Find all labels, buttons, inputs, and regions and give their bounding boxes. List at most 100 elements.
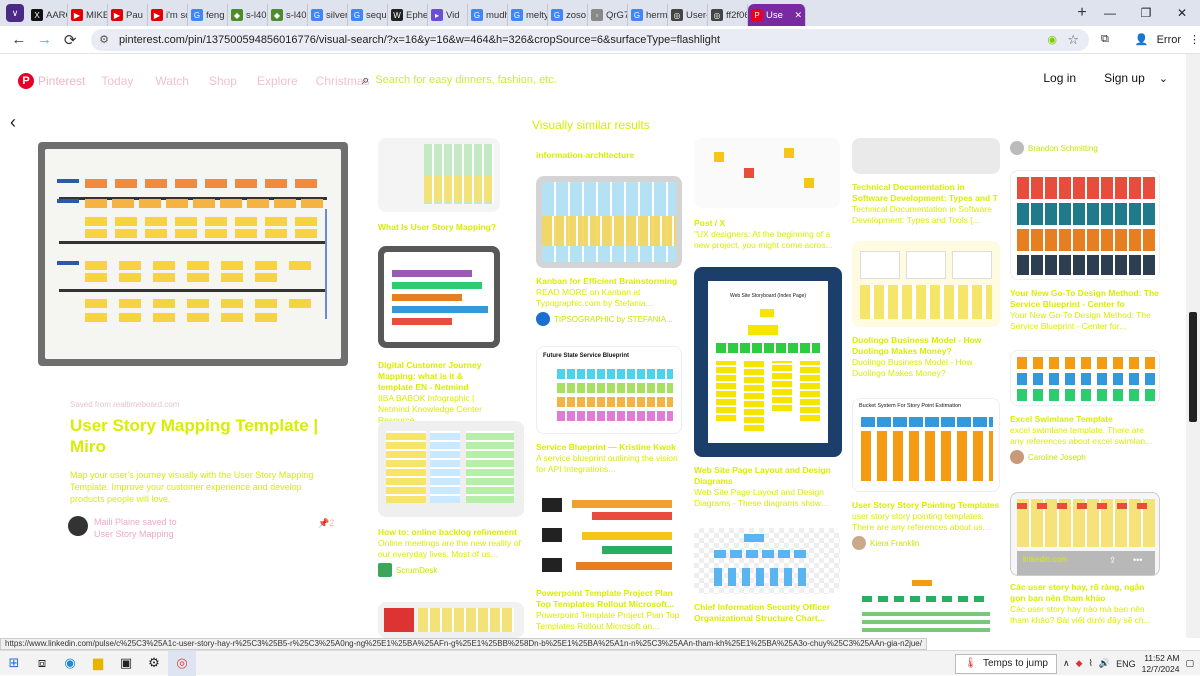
result-card[interactable]: Digital Customer Journey Mapping: what i…: [378, 246, 500, 426]
pin-image[interactable]: [38, 142, 348, 366]
close-tab-icon[interactable]: ✕: [794, 10, 802, 21]
tab-search-menu-icon[interactable]: ∨: [6, 4, 24, 22]
result-card[interactable]: Kanban for Efficient Brainstorming READ …: [536, 176, 682, 326]
extension-icon[interactable]: ◉: [1047, 33, 1057, 46]
edge-icon[interactable]: ◉: [56, 651, 84, 676]
browser-tab[interactable]: ▫QrG7ul: [588, 4, 628, 26]
browser-tab[interactable]: ▸ Vid: [428, 4, 468, 26]
result-card[interactable]: Your New Go-To Design Method: The Servic…: [1010, 170, 1160, 332]
profile-icon[interactable]: 👤: [1135, 33, 1149, 46]
clock[interactable]: 11:52 AM 12/7/2024: [1142, 653, 1180, 675]
browser-tab[interactable]: Gzoso t: [548, 4, 588, 26]
forward-button[interactable]: →: [32, 31, 58, 48]
extensions-icon[interactable]: ⧉: [1101, 33, 1109, 46]
start-button[interactable]: ⊞: [0, 651, 28, 676]
browser-tab[interactable]: ◆s-l400.jp: [228, 4, 268, 26]
network-icon[interactable]: ⌇: [1089, 658, 1093, 669]
close-window-button[interactable]: ✕: [1164, 6, 1200, 20]
browser-tab[interactable]: ◆s-l400.p: [268, 4, 308, 26]
chrome-icon[interactable]: ◎: [168, 650, 196, 676]
result-card[interactable]: Excel Swimlane Template excel swimlane t…: [1010, 350, 1160, 464]
result-source[interactable]: TIPSOGRAPHIC by STEFANIA...: [536, 312, 682, 326]
saved-by-user[interactable]: Maili Plaine: [94, 517, 140, 527]
browser-tab[interactable]: Gsilver h: [308, 4, 348, 26]
browser-tab[interactable]: WEphesc: [388, 4, 428, 26]
nav-today[interactable]: Today: [101, 74, 133, 88]
browser-tab[interactable]: ▶i'm so i: [148, 4, 188, 26]
signup-button[interactable]: Sign up: [1104, 71, 1145, 85]
result-card[interactable]: Web Site Storyboard (Index Page) Web Sit…: [694, 267, 842, 509]
minimize-button[interactable]: —: [1092, 6, 1128, 20]
board-link[interactable]: User Story Mapping: [94, 529, 174, 539]
maximize-button[interactable]: ❐: [1128, 6, 1164, 20]
result-card[interactable]: [378, 602, 524, 638]
result-card[interactable]: Bucket System For Story Point Estimation…: [852, 398, 1000, 550]
linkedin-label[interactable]: linkedin.com: [1023, 555, 1067, 564]
nav-shop[interactable]: Shop: [209, 74, 237, 88]
new-tab-button[interactable]: +: [1072, 4, 1092, 22]
result-card[interactable]: [852, 578, 1000, 638]
sticky-note: [301, 199, 323, 208]
back-arrow-icon[interactable]: ‹: [10, 112, 16, 133]
result-source[interactable]: Kiera Franklin: [852, 536, 1000, 550]
saved-from-link[interactable]: Saved from realtimeboard.com: [70, 400, 179, 409]
browser-tab[interactable]: ◎ff2f06d: [708, 4, 748, 26]
browser-tab[interactable]: XAARON: [28, 4, 68, 26]
pinterest-search[interactable]: ⌕ Search for easy dinners, fashion, etc.: [362, 72, 557, 88]
notification-icon[interactable]: ▢: [1185, 658, 1194, 669]
bookmark-star-icon[interactable]: ☆: [1067, 32, 1079, 48]
result-card[interactable]: Future State Service Blueprint Service B…: [536, 346, 682, 475]
browser-tab[interactable]: P Use ✕: [748, 4, 806, 26]
result-description: Technical Documentation in Software Deve…: [852, 204, 992, 225]
tab-favicon-icon: ▶: [151, 9, 163, 21]
avatar[interactable]: [68, 516, 88, 536]
chevron-down-icon[interactable]: ⌄: [1159, 72, 1168, 85]
result-card[interactable]: linkedin.com ⇪ ••• Các user story hay, r…: [1010, 492, 1160, 626]
back-button[interactable]: ←: [6, 31, 32, 48]
share-icon[interactable]: ⇪: [1109, 555, 1117, 566]
result-card[interactable]: What Is User Story Mapping?: [378, 138, 500, 233]
result-card[interactable]: Brandon Schmitting: [1010, 138, 1160, 155]
url-bar[interactable]: ⚙ pinterest.com/pin/137500594856016776/v…: [91, 28, 1089, 51]
result-source[interactable]: Caroline Joseph: [1010, 450, 1160, 464]
scrollbar-thumb[interactable]: [1189, 312, 1197, 422]
result-source[interactable]: ScrumDesk: [378, 563, 524, 577]
store-icon[interactable]: ▣: [112, 651, 140, 676]
site-info-icon[interactable]: ⚙: [99, 33, 109, 46]
nav-explore[interactable]: Explore: [257, 74, 298, 88]
volume-icon[interactable]: 🔊: [1099, 658, 1110, 669]
result-card[interactable]: information-architecture: [536, 138, 682, 161]
task-view-icon[interactable]: ⧈: [28, 651, 56, 676]
settings-icon[interactable]: ⚙: [140, 651, 168, 676]
weather-widget[interactable]: 🌡 Temps to jump: [955, 653, 1057, 674]
result-card[interactable]: Post / X "UX designers: At the beginning…: [694, 138, 840, 251]
reload-button[interactable]: ⟳: [57, 31, 83, 49]
result-card[interactable]: Powerpoint Template Project Plan Top Tem…: [536, 492, 682, 632]
more-options-icon[interactable]: •••: [1133, 555, 1142, 565]
pinterest-logo[interactable]: P Pinterest: [18, 73, 85, 89]
browser-menu-icon[interactable]: ⋮: [1189, 33, 1200, 46]
browser-tab[interactable]: Gsequins: [348, 4, 388, 26]
result-source[interactable]: Brandon Schmitting: [1010, 141, 1160, 155]
sticky-note: [235, 217, 257, 226]
tray-app-icon[interactable]: ◆: [1076, 658, 1083, 669]
language-indicator[interactable]: ENG: [1116, 659, 1136, 669]
browser-tab[interactable]: ▶ Pau: [108, 4, 148, 26]
browser-tab[interactable]: Gfeng sh: [188, 4, 228, 26]
browser-tab[interactable]: Ghermet: [628, 4, 668, 26]
tray-chevron-icon[interactable]: ∧: [1063, 658, 1070, 669]
browser-tab[interactable]: ◎User-S: [668, 4, 708, 26]
result-card[interactable]: Chief Information Security Officer Organ…: [694, 528, 840, 624]
login-button[interactable]: Log in: [1043, 71, 1076, 85]
page-scrollbar[interactable]: [1186, 54, 1200, 638]
file-explorer-icon[interactable]: ▆: [84, 651, 112, 676]
nav-watch[interactable]: Watch: [155, 74, 189, 88]
profile-label[interactable]: Error: [1157, 34, 1181, 46]
browser-tab[interactable]: ▶MIKE TI: [68, 4, 108, 26]
browser-tab[interactable]: Gmudhc: [468, 4, 508, 26]
result-card[interactable]: Duolingo Business Model - How Duolingo M…: [852, 241, 1000, 379]
result-card[interactable]: How to: online backlog refinement Online…: [378, 421, 524, 577]
browser-tab[interactable]: Gmelty s: [508, 4, 548, 26]
result-image: [852, 241, 1000, 327]
result-card[interactable]: Technical Documentation in Software Deve…: [852, 138, 1000, 226]
